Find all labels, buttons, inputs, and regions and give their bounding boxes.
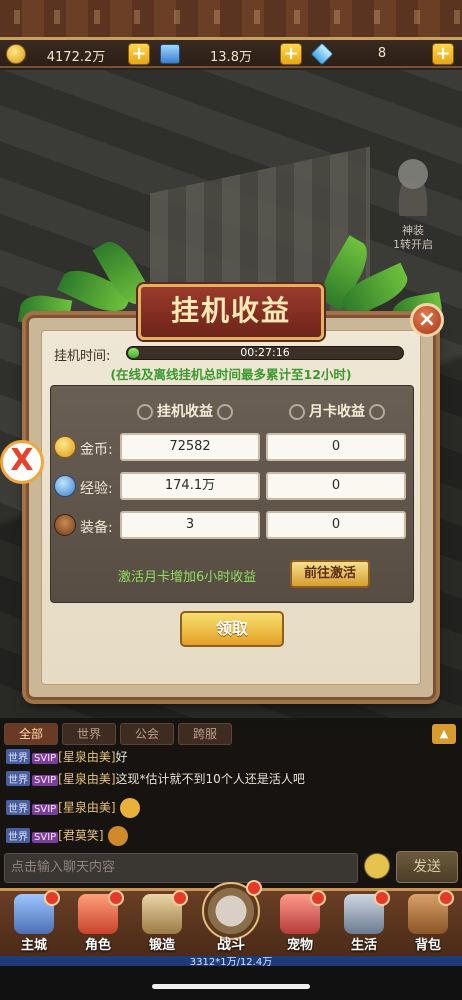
home-indicator[interactable] [152, 984, 310, 989]
divine-equipment-label: 神装 1转开启 [393, 224, 433, 251]
gold-monthly-value: 0 [266, 433, 406, 461]
add-gold-button[interactable]: + [128, 43, 150, 65]
vip-badge: SVIP [32, 775, 59, 786]
chat-collapse-button[interactable]: ▲ [432, 724, 456, 744]
ornament-icon [289, 404, 305, 420]
notification-dot [44, 890, 60, 906]
system-area [0, 966, 462, 1000]
nav-label: 锻造 [148, 938, 175, 953]
nav-label: 生活 [350, 938, 377, 953]
materials-value: 13.8万 [210, 50, 252, 65]
emoji-picker-icon[interactable] [364, 853, 390, 879]
chest-icon [160, 44, 180, 64]
nav-label: 主城 [20, 938, 47, 953]
nav-item-life[interactable]: 生活 [336, 890, 392, 956]
dialog-title: 挂机收益 [138, 284, 324, 340]
equipment-idle-value: 3 [120, 511, 260, 539]
activate-monthly-card-button[interactable]: 前往激活 [290, 560, 370, 588]
power-bar: 3312*1万/12.4万 [0, 956, 462, 968]
close-button[interactable]: × [410, 303, 444, 337]
notification-dot [310, 890, 326, 906]
gold-value: 4172.2万 [46, 50, 106, 65]
gold-row-label: 金币: [80, 442, 113, 458]
exp-idle-value: 174.1万 [120, 472, 260, 500]
resource-bar: 4172.2万 + 13.8万 + 8 + [0, 40, 462, 68]
materials-resource: 13.8万 [160, 44, 280, 65]
channel-tag: 世界 [6, 827, 30, 843]
sender-name[interactable]: [星泉由美] [58, 801, 115, 815]
notification-dot [108, 890, 124, 906]
equipment-row-label: 装备: [80, 520, 113, 536]
ornament-icon [217, 404, 233, 420]
chat-tab-all[interactable]: 全部 [4, 723, 58, 745]
diamond-value: 8 [377, 46, 387, 61]
idle-rewards-header-label: 挂机收益 [157, 404, 213, 420]
nav-item-forge[interactable]: 锻造 [134, 890, 190, 956]
game-screen: 4172.2万 + 13.8万 + 8 + 神装 1转开启 挂机收益 × X 挂… [0, 0, 462, 1000]
nav-item-backpack[interactable]: 背包 [400, 890, 456, 956]
monthly-card-promo: 激活月卡增加6小时收益 [118, 570, 257, 585]
channel-tag: 世界 [6, 749, 30, 764]
top-decorative-border [0, 0, 462, 40]
sender-name[interactable]: [星泉由美] [58, 772, 115, 786]
send-button[interactable]: 发送 [396, 851, 458, 883]
idle-time-label: 挂机时间: [54, 349, 111, 364]
exp-monthly-value: 0 [266, 472, 406, 500]
vip-badge: SVIP [32, 753, 59, 764]
emoji-sticker-icon [119, 798, 140, 818]
vip-badge: SVIP [32, 831, 59, 843]
nav-item-main-city[interactable]: 主城 [6, 890, 62, 956]
equipment-bag-icon [54, 514, 76, 536]
monthly-card-header-label: 月卡收益 [309, 404, 365, 420]
nav-label: 宠物 [286, 938, 313, 953]
nav-label: 战斗 [217, 937, 245, 953]
gold-coin-icon [6, 44, 26, 64]
claim-button[interactable]: 领取 [180, 611, 284, 647]
notification-dot [172, 890, 188, 906]
ornament-icon [369, 404, 385, 420]
divine-equipment-icon[interactable] [388, 146, 438, 216]
equipment-monthly-value: 0 [266, 511, 406, 539]
diamond-icon [310, 42, 334, 66]
diamond-resource: 8 [310, 42, 432, 66]
chat-tab-guild[interactable]: 公会 [120, 723, 174, 745]
chat-message: 世界 SVIP [星泉由美] [6, 798, 140, 818]
notification-dot [374, 890, 390, 906]
idle-limit-notice: (在线及离线挂机总时间最多累计至12小时) [110, 367, 352, 382]
notification-dot [246, 880, 262, 896]
add-diamonds-button[interactable]: + [432, 43, 454, 65]
nav-item-battle[interactable]: 战斗 [200, 880, 262, 956]
sender-name[interactable]: [君莫笑] [58, 829, 103, 843]
side-event-badge[interactable]: X [0, 440, 44, 484]
idle-rewards-header: 挂机收益 [120, 401, 250, 423]
chat-tab-cross-server[interactable]: 跨服 [178, 723, 232, 745]
channel-tag: 世界 [6, 799, 30, 815]
add-materials-button[interactable]: + [280, 43, 302, 65]
gold-idle-value: 72582 [120, 433, 260, 461]
chat-message: 世界 SVIP [星泉由美]好 [6, 748, 128, 765]
monthly-card-header: 月卡收益 [272, 401, 402, 423]
channel-tag: 世界 [6, 771, 30, 786]
notification-dot [438, 890, 454, 906]
message-text: 好 [115, 750, 128, 764]
nav-label: 背包 [414, 938, 441, 953]
emoji-sticker-icon [107, 826, 128, 846]
chat-tab-world[interactable]: 世界 [62, 723, 116, 745]
ornament-icon [137, 404, 153, 420]
sender-name[interactable]: [星泉由美] [58, 750, 115, 764]
exp-row-label: 经验: [80, 481, 113, 497]
message-text: 这现*估计就不到10个人还是活人吧 [115, 772, 305, 786]
idle-time-progress: 00:27:16 [126, 346, 404, 360]
nav-item-pets[interactable]: 宠物 [272, 890, 328, 956]
nav-item-character[interactable]: 角色 [70, 890, 126, 956]
gold-resource: 4172.2万 [6, 44, 126, 65]
exp-icon [54, 475, 76, 497]
vip-badge: SVIP [32, 803, 59, 815]
chat-message: 世界 SVIP [星泉由美]这现*估计就不到10个人还是活人吧 [6, 770, 305, 787]
idle-time-value: 00:27:16 [240, 346, 290, 359]
chat-input[interactable]: 点击输入聊天内容 [4, 853, 358, 883]
gold-coin-icon [54, 436, 76, 458]
chat-message: 世界 SVIP [君莫笑] [6, 826, 128, 846]
nav-label: 角色 [84, 938, 111, 953]
